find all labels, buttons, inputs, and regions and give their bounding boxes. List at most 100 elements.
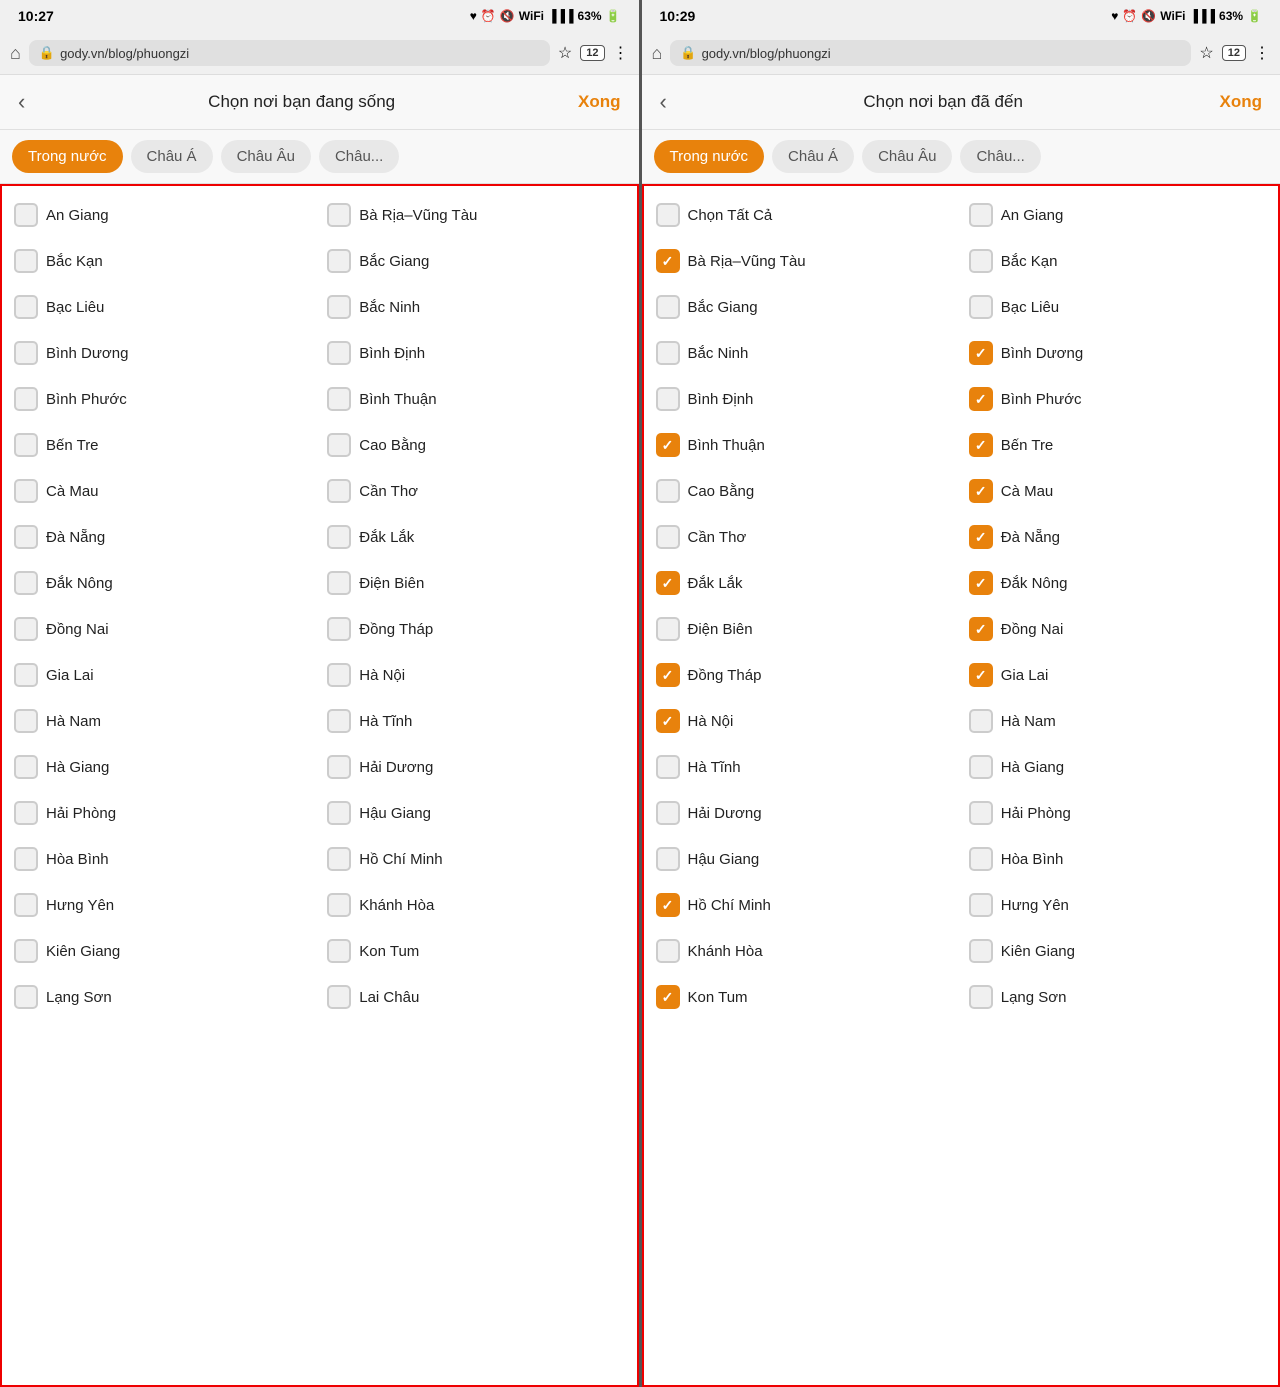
list-item[interactable]: Hà Tĩnh [319, 698, 632, 744]
checkbox[interactable] [14, 939, 38, 963]
list-item[interactable]: Kiên Giang [6, 928, 319, 974]
tab-chauu-2[interactable]: Châu Âu [862, 140, 952, 173]
list-item[interactable]: Đắk Nông [6, 560, 319, 606]
checkbox[interactable] [14, 295, 38, 319]
list-item[interactable]: Bạc Liêu [6, 284, 319, 330]
list-item[interactable]: Hà Nội [319, 652, 632, 698]
checkbox[interactable] [14, 571, 38, 595]
checkbox[interactable] [327, 479, 351, 503]
url-bar-2[interactable]: 🔒 gody.vn/blog/phuongzi [670, 40, 1191, 66]
checkbox[interactable] [656, 939, 680, 963]
checkbox[interactable] [656, 433, 680, 457]
checkbox[interactable] [969, 203, 993, 227]
checkbox[interactable] [969, 387, 993, 411]
list-item[interactable]: An Giang [6, 192, 319, 238]
list-item[interactable]: Hậu Giang [319, 790, 632, 836]
list-item[interactable]: Bạc Liêu [961, 284, 1274, 330]
list-item[interactable]: Cao Bằng [319, 422, 632, 468]
checkbox[interactable] [327, 985, 351, 1009]
list-item[interactable]: Cao Bằng [648, 468, 961, 514]
checkbox[interactable] [14, 709, 38, 733]
checkbox[interactable] [327, 525, 351, 549]
list-item[interactable]: Kiên Giang [961, 928, 1274, 974]
checkbox[interactable] [327, 939, 351, 963]
list-item[interactable]: Gia Lai [6, 652, 319, 698]
checkbox[interactable] [327, 709, 351, 733]
checkbox[interactable] [14, 755, 38, 779]
checkbox[interactable] [14, 663, 38, 687]
checkbox[interactable] [327, 203, 351, 227]
checkbox[interactable] [327, 663, 351, 687]
checkbox[interactable] [969, 847, 993, 871]
list-item[interactable]: Kon Tum [648, 974, 961, 1020]
checkbox[interactable] [14, 249, 38, 273]
checkbox[interactable] [969, 479, 993, 503]
checkbox[interactable] [969, 755, 993, 779]
list-item[interactable]: Hưng Yên [961, 882, 1274, 928]
list-item[interactable]: Lạng Sơn [961, 974, 1274, 1020]
checkbox[interactable] [969, 433, 993, 457]
list-item[interactable]: Bình Định [648, 376, 961, 422]
checkbox[interactable] [969, 663, 993, 687]
checkbox[interactable] [656, 801, 680, 825]
checkbox[interactable] [656, 617, 680, 641]
list-item[interactable]: Kon Tum [319, 928, 632, 974]
list-item[interactable]: Khánh Hòa [319, 882, 632, 928]
list-item[interactable]: Bà Rịa–Vũng Tàu [648, 238, 961, 284]
list-item[interactable]: Đồng Tháp [319, 606, 632, 652]
list-item[interactable]: Đà Nẵng [6, 514, 319, 560]
star-icon-1[interactable]: ☆ [558, 43, 572, 63]
list-item[interactable]: Hải Phòng [6, 790, 319, 836]
checkbox[interactable] [14, 847, 38, 871]
checkbox[interactable] [969, 525, 993, 549]
checkbox[interactable] [656, 525, 680, 549]
checkbox[interactable] [327, 387, 351, 411]
list-item[interactable]: Gia Lai [961, 652, 1274, 698]
checkbox[interactable] [656, 479, 680, 503]
checkbox[interactable] [969, 985, 993, 1009]
checkbox[interactable] [656, 571, 680, 595]
checkbox[interactable] [327, 617, 351, 641]
list-item[interactable]: Hồ Chí Minh [648, 882, 961, 928]
list-item[interactable]: Bình Thuận [319, 376, 632, 422]
list-item[interactable]: Bình Định [319, 330, 632, 376]
list-item[interactable]: Bắc Ninh [648, 330, 961, 376]
checkbox[interactable] [656, 663, 680, 687]
list-item[interactable]: Chọn Tất Cả [648, 192, 961, 238]
list-item[interactable]: Hải Dương [319, 744, 632, 790]
list-item[interactable]: Đắk Lắk [319, 514, 632, 560]
tab-trongnuoc-1[interactable]: Trong nước [12, 140, 123, 173]
list-item[interactable]: Bắc Ninh [319, 284, 632, 330]
list-item[interactable]: Hà Tĩnh [648, 744, 961, 790]
list-item[interactable]: Cà Mau [6, 468, 319, 514]
list-item[interactable]: Hồ Chí Minh [319, 836, 632, 882]
list-item[interactable]: Bình Thuận [648, 422, 961, 468]
list-item[interactable]: Bình Phước [961, 376, 1274, 422]
list-item[interactable]: Bến Tre [6, 422, 319, 468]
checkbox[interactable] [327, 893, 351, 917]
list-item[interactable]: Bến Tre [961, 422, 1274, 468]
list-item[interactable]: Cà Mau [961, 468, 1274, 514]
list-item[interactable]: Hà Nam [961, 698, 1274, 744]
list-item[interactable]: Hải Dương [648, 790, 961, 836]
checkbox[interactable] [969, 617, 993, 641]
tab-chaua-1[interactable]: Châu Á [131, 140, 213, 173]
tab-other-1[interactable]: Châu... [319, 140, 399, 173]
checkbox[interactable] [656, 985, 680, 1009]
checkbox[interactable] [327, 249, 351, 273]
tab-badge-1[interactable]: 12 [580, 45, 604, 61]
list-item[interactable]: Điện Biên [319, 560, 632, 606]
checkbox[interactable] [14, 433, 38, 457]
checkbox[interactable] [969, 939, 993, 963]
list-item[interactable]: Cần Thơ [648, 514, 961, 560]
checkbox[interactable] [656, 295, 680, 319]
checkbox[interactable] [969, 341, 993, 365]
checkbox[interactable] [14, 387, 38, 411]
checkbox[interactable] [656, 893, 680, 917]
star-icon-2[interactable]: ☆ [1199, 43, 1213, 63]
checkbox[interactable] [14, 525, 38, 549]
list-item[interactable]: Hòa Bình [6, 836, 319, 882]
checkbox[interactable] [656, 203, 680, 227]
checkbox[interactable] [327, 295, 351, 319]
checkbox[interactable] [656, 847, 680, 871]
